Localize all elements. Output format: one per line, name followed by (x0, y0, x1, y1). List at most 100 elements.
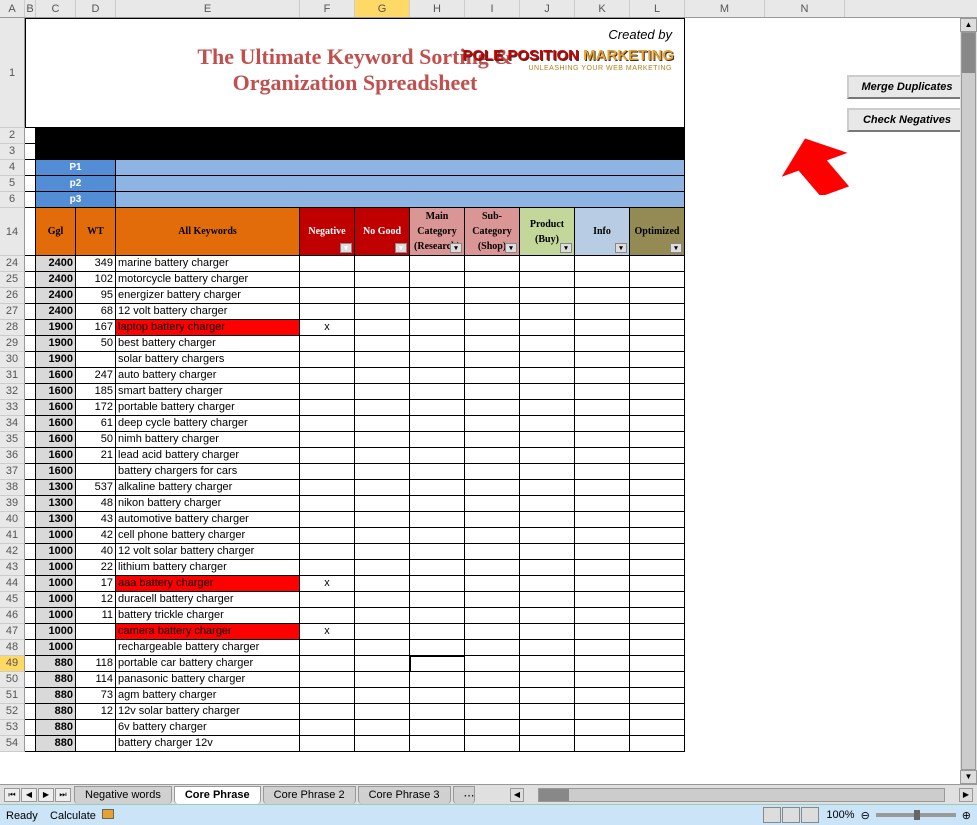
cell-optimized[interactable] (630, 432, 685, 448)
cell-sub[interactable] (465, 432, 520, 448)
cell-info[interactable] (575, 384, 630, 400)
cell-info[interactable] (575, 480, 630, 496)
col-header-I[interactable]: I (465, 0, 520, 17)
horizontal-scrollbar[interactable]: ◀▶ (510, 786, 973, 804)
cell-nogood[interactable] (355, 592, 410, 608)
p-label-p3[interactable]: p3 (36, 192, 116, 208)
cell-wt[interactable]: 68 (76, 304, 116, 320)
col-header-M[interactable]: M (685, 0, 765, 17)
cell-info[interactable] (575, 688, 630, 704)
row-header-24[interactable]: 24 (0, 256, 25, 272)
cell-wt[interactable]: 12 (76, 704, 116, 720)
cell-info[interactable] (575, 448, 630, 464)
cell-sub[interactable] (465, 480, 520, 496)
cell-main[interactable] (410, 304, 465, 320)
cell-product[interactable] (520, 400, 575, 416)
cell-negative[interactable] (300, 304, 355, 320)
cell-optimized[interactable] (630, 704, 685, 720)
cell-info[interactable] (575, 560, 630, 576)
cell-product[interactable] (520, 736, 575, 752)
cell-keyword[interactable]: portable car battery charger (116, 656, 300, 672)
cell-wt[interactable] (76, 736, 116, 752)
row-header-2[interactable]: 2 (0, 128, 25, 144)
cell-optimized[interactable] (630, 480, 685, 496)
cell-main[interactable] (410, 704, 465, 720)
cell-wt[interactable]: 73 (76, 688, 116, 704)
row-header-40[interactable]: 40 (0, 512, 25, 528)
cell-product[interactable] (520, 384, 575, 400)
cell-main[interactable] (410, 560, 465, 576)
cell-info[interactable] (575, 592, 630, 608)
cell-ggl[interactable]: 1900 (36, 336, 76, 352)
cell-negative[interactable]: x (300, 624, 355, 640)
cell-optimized[interactable] (630, 640, 685, 656)
cell-negative[interactable] (300, 400, 355, 416)
cell-product[interactable] (520, 336, 575, 352)
cell-nogood[interactable] (355, 448, 410, 464)
cell-keyword[interactable]: 12v solar battery charger (116, 704, 300, 720)
cell-nogood[interactable] (355, 336, 410, 352)
cell-wt[interactable]: 61 (76, 416, 116, 432)
cell-product[interactable] (520, 560, 575, 576)
cell-info[interactable] (575, 512, 630, 528)
cell-optimized[interactable] (630, 560, 685, 576)
cell-optimized[interactable] (630, 368, 685, 384)
header-ggl[interactable]: Ggl (36, 208, 76, 256)
cell-optimized[interactable] (630, 736, 685, 752)
cell-wt[interactable] (76, 624, 116, 640)
cell-negative[interactable] (300, 336, 355, 352)
cell-info[interactable] (575, 496, 630, 512)
filter-icon[interactable]: ▾ (450, 243, 462, 253)
cell-sub[interactable] (465, 256, 520, 272)
row-header-48[interactable]: 48 (0, 640, 25, 656)
cell-ggl[interactable]: 880 (36, 688, 76, 704)
cell-sub[interactable] (465, 416, 520, 432)
cell-info[interactable] (575, 608, 630, 624)
p-label-p2[interactable]: p2 (36, 176, 116, 192)
cell-nogood[interactable] (355, 288, 410, 304)
cell-negative[interactable] (300, 416, 355, 432)
cell-sub[interactable] (465, 624, 520, 640)
col-header-C[interactable]: C (36, 0, 76, 17)
col-header-A[interactable]: A (0, 0, 25, 17)
cell-negative[interactable] (300, 592, 355, 608)
cell-ggl[interactable]: 1600 (36, 464, 76, 480)
row-header-32[interactable]: 32 (0, 384, 25, 400)
row-header-27[interactable]: 27 (0, 304, 25, 320)
cell-keyword[interactable]: energizer battery charger (116, 288, 300, 304)
cell-nogood[interactable] (355, 528, 410, 544)
cell-optimized[interactable] (630, 416, 685, 432)
cell-wt[interactable]: 21 (76, 448, 116, 464)
cell-keyword[interactable]: auto battery charger (116, 368, 300, 384)
cell-keyword[interactable]: rechargeable battery charger (116, 640, 300, 656)
header-optimized[interactable]: Optimized▾ (630, 208, 685, 256)
cell-wt[interactable] (76, 464, 116, 480)
cell-sub[interactable] (465, 448, 520, 464)
cell-wt[interactable]: 12 (76, 592, 116, 608)
row-header-50[interactable]: 50 (0, 672, 25, 688)
cell-keyword[interactable]: smart battery charger (116, 384, 300, 400)
row-header-34[interactable]: 34 (0, 416, 25, 432)
cell-info[interactable] (575, 656, 630, 672)
col-header-F[interactable]: F (300, 0, 355, 17)
cell-ggl[interactable]: 1000 (36, 624, 76, 640)
sheet-tab-core-phrase-3[interactable]: Core Phrase 3 (358, 786, 451, 804)
cell-nogood[interactable] (355, 480, 410, 496)
cell-info[interactable] (575, 736, 630, 752)
header-nogood[interactable]: No Good▾ (355, 208, 410, 256)
row-header-4[interactable]: 4 (0, 160, 25, 176)
cell-sub[interactable] (465, 608, 520, 624)
col-header-H[interactable]: H (410, 0, 465, 17)
cell-keyword[interactable]: nikon battery charger (116, 496, 300, 512)
cell-ggl[interactable]: 1600 (36, 368, 76, 384)
p-row-area[interactable] (116, 176, 685, 192)
cell-wt[interactable]: 185 (76, 384, 116, 400)
cell-sub[interactable] (465, 528, 520, 544)
cell-main[interactable] (410, 656, 465, 672)
cell-info[interactable] (575, 272, 630, 288)
cell-main[interactable] (410, 320, 465, 336)
cell-optimized[interactable] (630, 288, 685, 304)
cell-sub[interactable] (465, 592, 520, 608)
cell-sub[interactable] (465, 304, 520, 320)
row-header-29[interactable]: 29 (0, 336, 25, 352)
